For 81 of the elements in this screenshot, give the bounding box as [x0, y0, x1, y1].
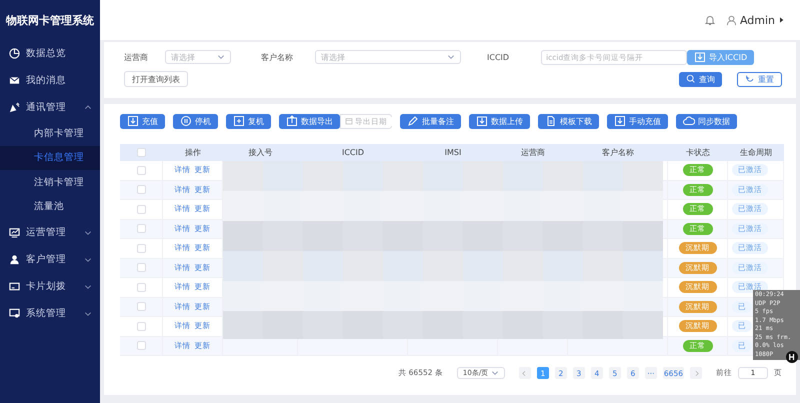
pause-circle-icon [180, 115, 192, 127]
toolbar-button[interactable]: 充值 [120, 114, 165, 128]
download-box-icon [127, 115, 139, 127]
search-button[interactable]: 查询 [679, 72, 722, 86]
column-header: IMSI [444, 148, 462, 157]
select-all-checkbox[interactable] [137, 148, 146, 157]
toolbar-button[interactable]: 同步数据 [676, 114, 737, 128]
row-checkbox[interactable] [136, 244, 146, 253]
download-icon [694, 51, 706, 63]
sidebar-item[interactable]: 我的消息 [0, 67, 100, 94]
toolbar-button[interactable]: 手动充值 [607, 114, 668, 128]
sidebar-item[interactable]: 客户管理 [0, 246, 100, 273]
column-header: 生命周期 [740, 147, 772, 158]
plus-box-icon [233, 115, 245, 127]
chevron-down-icon [84, 310, 92, 318]
calendar-icon [345, 117, 353, 125]
document-icon [545, 115, 557, 127]
column-header: 接入号 [248, 147, 272, 158]
import-button[interactable]: 导入ICCID [687, 50, 754, 64]
chevron-down-icon [84, 228, 92, 236]
toolbar-button[interactable]: 模板下载 [538, 114, 599, 128]
refresh-icon [745, 74, 755, 84]
column-header: 客户名称 [602, 147, 634, 158]
chevron-down-icon [84, 282, 92, 290]
download-icon [476, 115, 488, 127]
sidebar-item[interactable]: 系统管理 [0, 300, 100, 327]
toolbar-button[interactable]: 批量备注 [400, 114, 461, 128]
search-icon [686, 74, 696, 84]
row-checkbox[interactable] [136, 204, 146, 214]
field-label: 客户名称 [261, 52, 293, 62]
chevron-down-icon [84, 256, 92, 264]
toolbar-button[interactable]: 数据上传 [469, 114, 530, 128]
sidebar-item[interactable]: 卡片划拨 [0, 273, 100, 300]
toolbar-button[interactable]: 复机 [226, 114, 271, 128]
sidebar-item[interactable]: 通讯管理 [0, 94, 100, 121]
cloud-sync-icon [683, 115, 695, 127]
open-list-button[interactable]: 打开查询列表 [124, 71, 188, 87]
app-title: 物联网卡管理系统 [4, 12, 95, 28]
toolbar-button[interactable]: 数据导出 [279, 114, 340, 128]
row-checkbox[interactable] [136, 185, 146, 194]
caret-right-icon [778, 16, 786, 24]
row-checkbox[interactable] [136, 166, 146, 175]
sidebar-item[interactable]: 数据总览 [0, 40, 100, 67]
column-header: 运营商 [521, 147, 545, 158]
download-box-icon [614, 115, 626, 127]
column-header: 卡状态 [686, 147, 710, 158]
row-checkbox[interactable] [136, 282, 146, 292]
chevron-down-icon [447, 53, 455, 61]
chevron-down-icon [490, 369, 499, 377]
envelope-icon [9, 75, 20, 86]
prev-page-button[interactable] [518, 367, 531, 379]
submenu-item[interactable]: 流量池 [0, 194, 100, 219]
operator-select[interactable]: 请选择 [165, 50, 231, 64]
chevron-up-icon [84, 104, 92, 112]
row-checkbox[interactable] [136, 322, 146, 331]
row-checkbox[interactable] [136, 302, 146, 312]
user-name[interactable]: Admin [740, 14, 775, 26]
column-header: 操作 [185, 147, 201, 158]
customer-select[interactable]: 请选择 [315, 50, 461, 64]
card-icon [9, 281, 20, 292]
submenu-item[interactable]: 注销卡管理 [0, 170, 100, 194]
reset-button[interactable]: 重置 [737, 72, 782, 86]
next-page-button[interactable] [690, 367, 702, 379]
pie-chart-icon [9, 48, 20, 59]
sidebar-item[interactable]: 运营管理 [0, 219, 100, 246]
person-icon [9, 254, 20, 265]
bell-icon [704, 14, 716, 26]
upload-box-icon [286, 115, 298, 127]
user-icon [726, 14, 737, 26]
pen-icon [407, 115, 419, 127]
chevron-down-icon [217, 53, 225, 61]
chart-board-icon [9, 227, 20, 238]
field-label: 运营商 [124, 52, 148, 62]
row-checkbox[interactable] [136, 341, 146, 350]
column-header: ICCID [342, 148, 364, 157]
submenu-item[interactable]: 卡信息管理 [0, 146, 100, 170]
toolbar-button[interactable]: 停机 [173, 114, 218, 128]
row-checkbox[interactable] [136, 263, 146, 272]
field-label: ICCID [487, 52, 510, 62]
submenu-item[interactable]: 内部卡管理 [0, 121, 100, 146]
row-checkbox[interactable] [136, 224, 146, 234]
